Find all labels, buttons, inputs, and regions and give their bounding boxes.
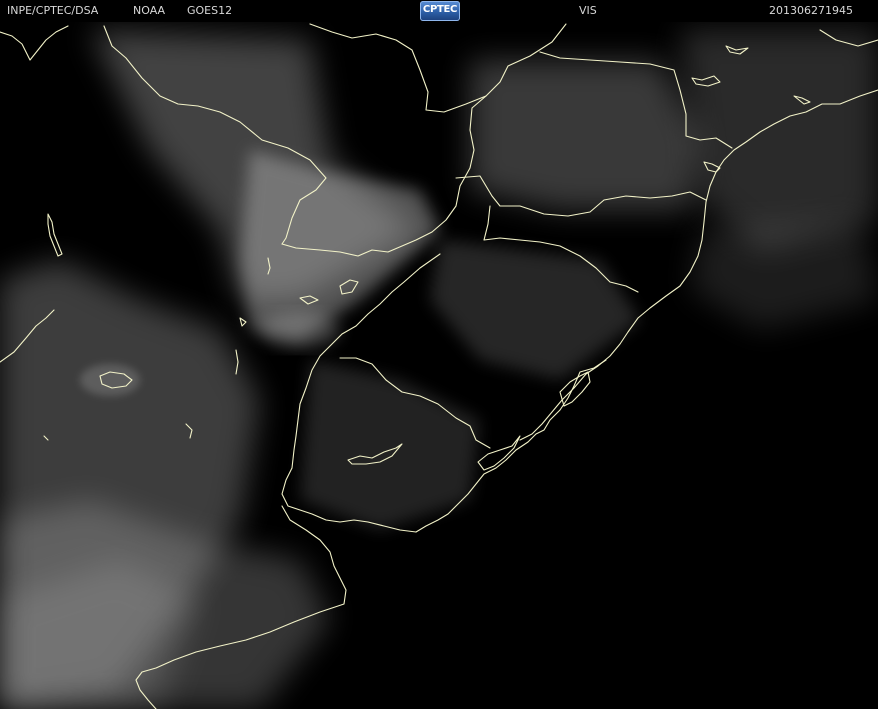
header-bar: INPE/CPTEC/DSA NOAA GOES12 CPTEC VIS 201… [0,0,878,22]
organization-label: INPE/CPTEC/DSA [7,4,99,17]
agency-label: NOAA [133,4,166,17]
satellite-label: GOES12 [187,4,233,17]
cptec-logo-text: CPTEC [422,4,458,15]
satellite-image-frame: INPE/CPTEC/DSA NOAA GOES12 CPTEC VIS 201… [0,0,878,709]
channel-label: VIS [579,4,597,17]
cloud-cell-plate [260,312,340,348]
satellite-map [0,22,878,709]
timestamp-label: 201306271945 [769,4,853,17]
cloud-cell-west [80,364,140,396]
cloud-field-brazil [470,60,700,210]
cptec-logo: CPTEC [420,1,460,21]
